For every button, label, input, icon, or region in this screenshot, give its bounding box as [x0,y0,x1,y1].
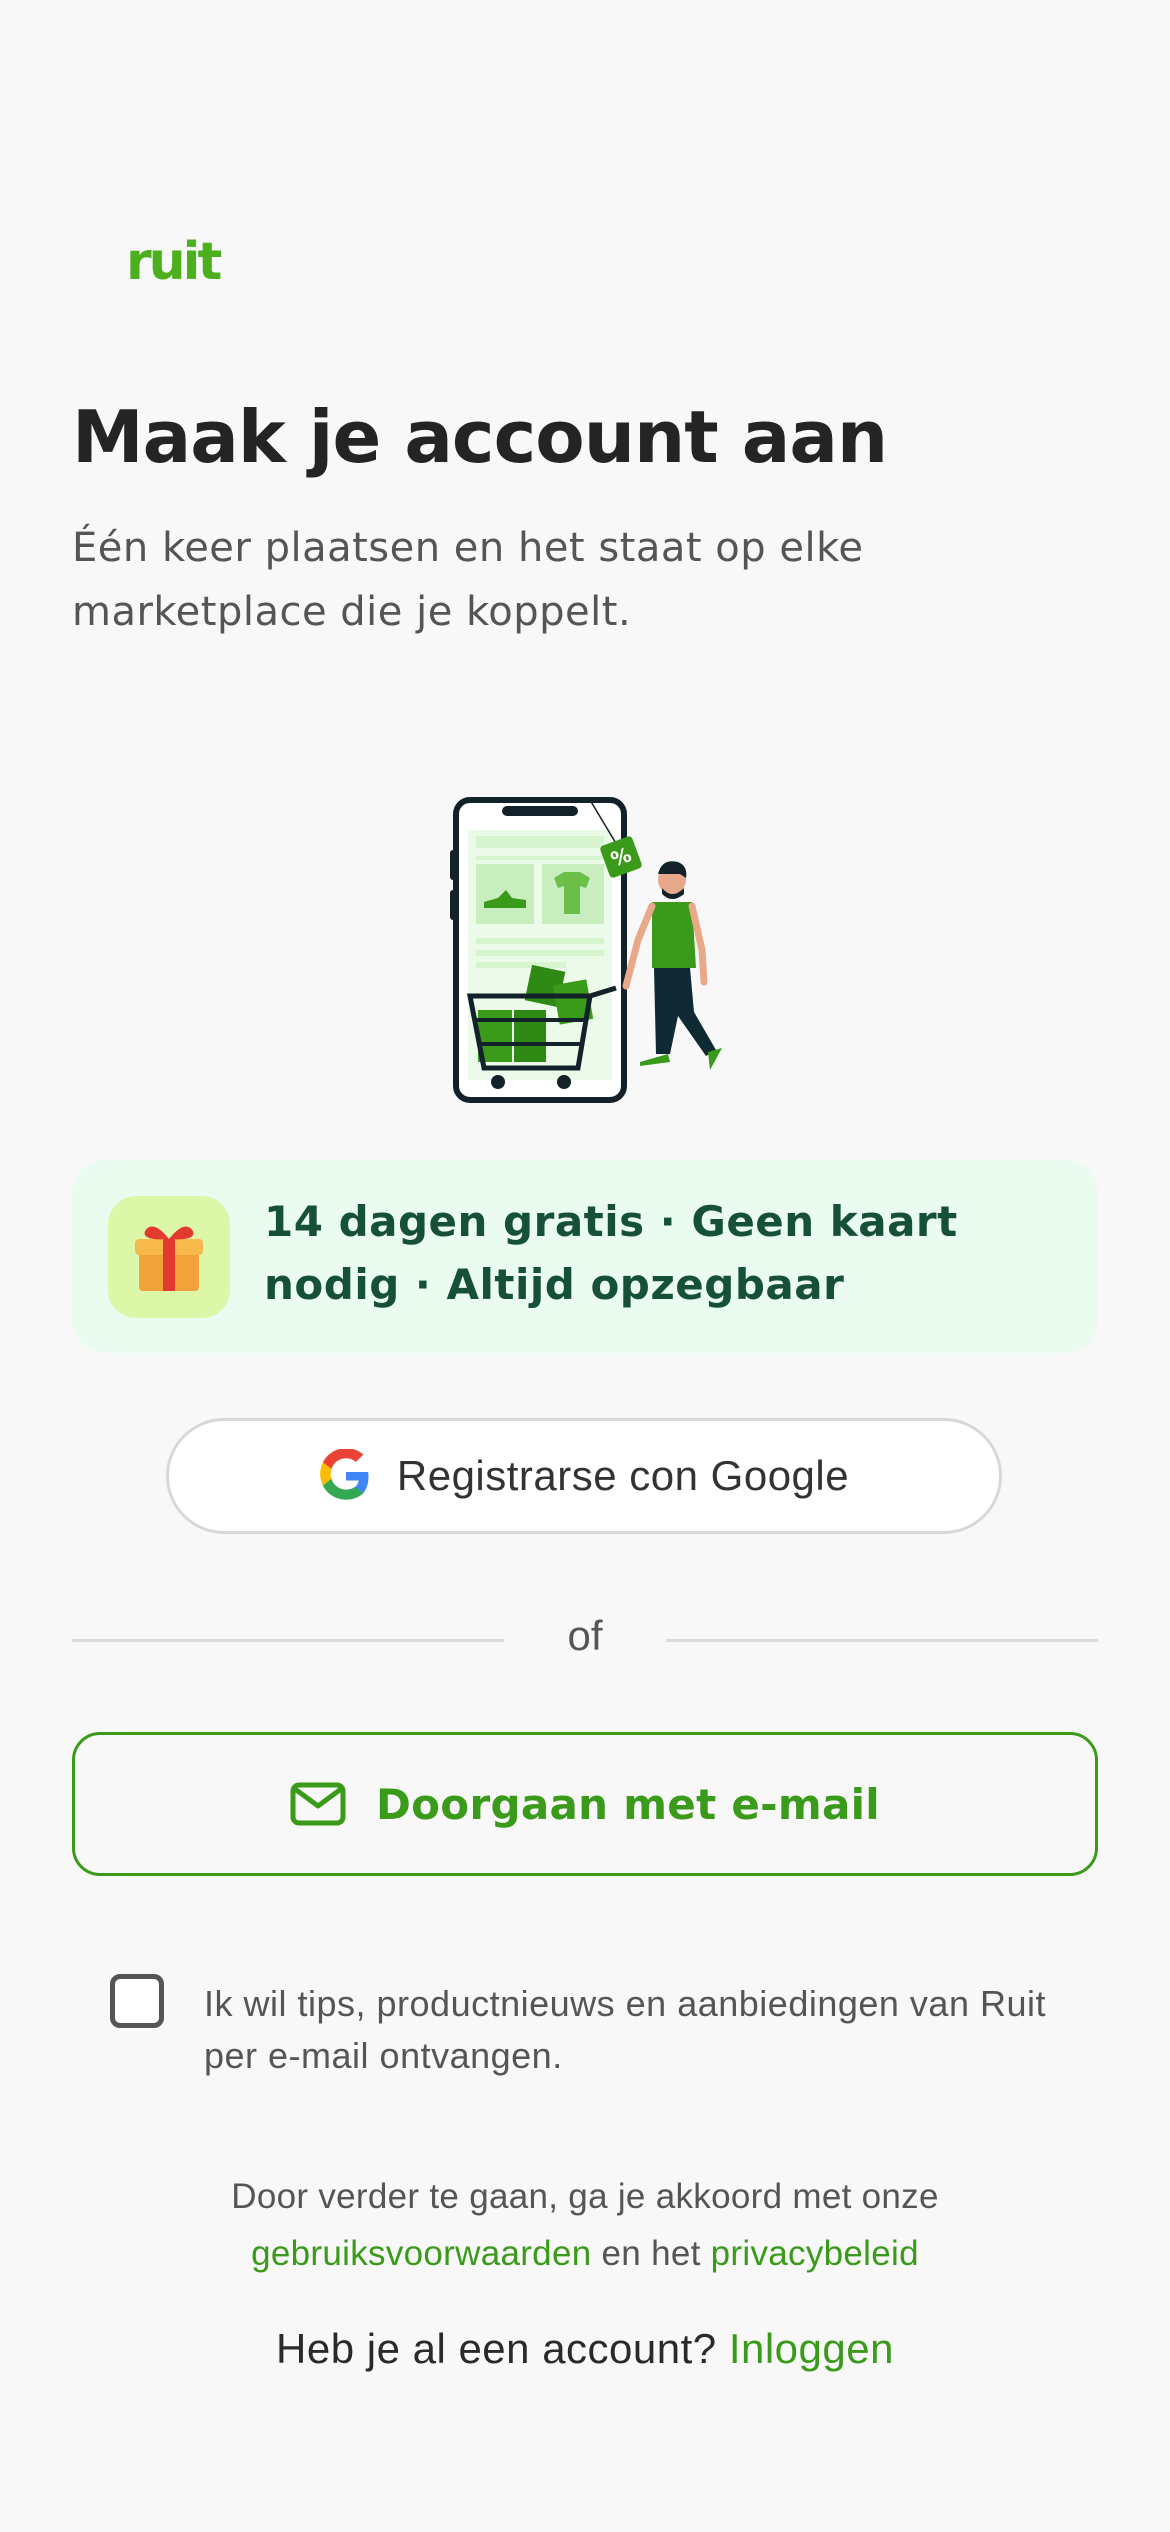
mail-icon [290,1782,346,1826]
privacy-link[interactable]: privacybeleid [711,2234,919,2273]
terms-notice: Door verder te gaan, ga je akkoord met o… [0,2168,1170,2282]
trial-promo-banner: 14 dagen gratis · Geen kaart nodig · Alt… [72,1160,1098,1353]
promo-text: 14 dagen gratis · Geen kaart nodig · Alt… [264,1197,958,1309]
terms-prefix: Door verder te gaan, ga je akkoord met o… [231,2177,939,2216]
google-signup-label: Registrarse con Google [396,1452,850,1499]
email-signup-button[interactable]: Doorgaan met e-mail [72,1732,1098,1876]
newsletter-checkbox[interactable] [110,1974,164,2028]
terms-link[interactable]: gebruiksvoorwaarden [251,2234,591,2273]
google-signup-button[interactable]: Registrarse con Google [166,1418,1002,1534]
google-icon [320,1449,369,1500]
login-link[interactable]: Inloggen [729,2325,894,2372]
shopping-phone-illustration: % [450,797,722,1103]
ruit-logo: ruit [126,232,222,292]
divider-line-left [72,1639,504,1642]
divider-or-text: of [567,1612,603,1659]
page-subtitle: Één keer plaatsen en het staat op elke m… [72,525,864,635]
email-signup-label: Doorgaan met e-mail [375,1779,881,1829]
divider-line-right [666,1639,1098,1642]
gift-icon [108,1196,230,1318]
terms-middle: en het [601,2234,701,2273]
newsletter-label[interactable]: Ik wil tips, productnieuws en aanbieding… [204,1978,1084,2082]
login-prompt-text: Heb je al een account? [276,2325,717,2372]
login-prompt: Heb je al een account? Inloggen [0,2325,1170,2373]
page-title: Maak je account aan [72,395,888,479]
signup-screen: ruit Maak je account aan Één keer plaats… [0,0,1170,2532]
